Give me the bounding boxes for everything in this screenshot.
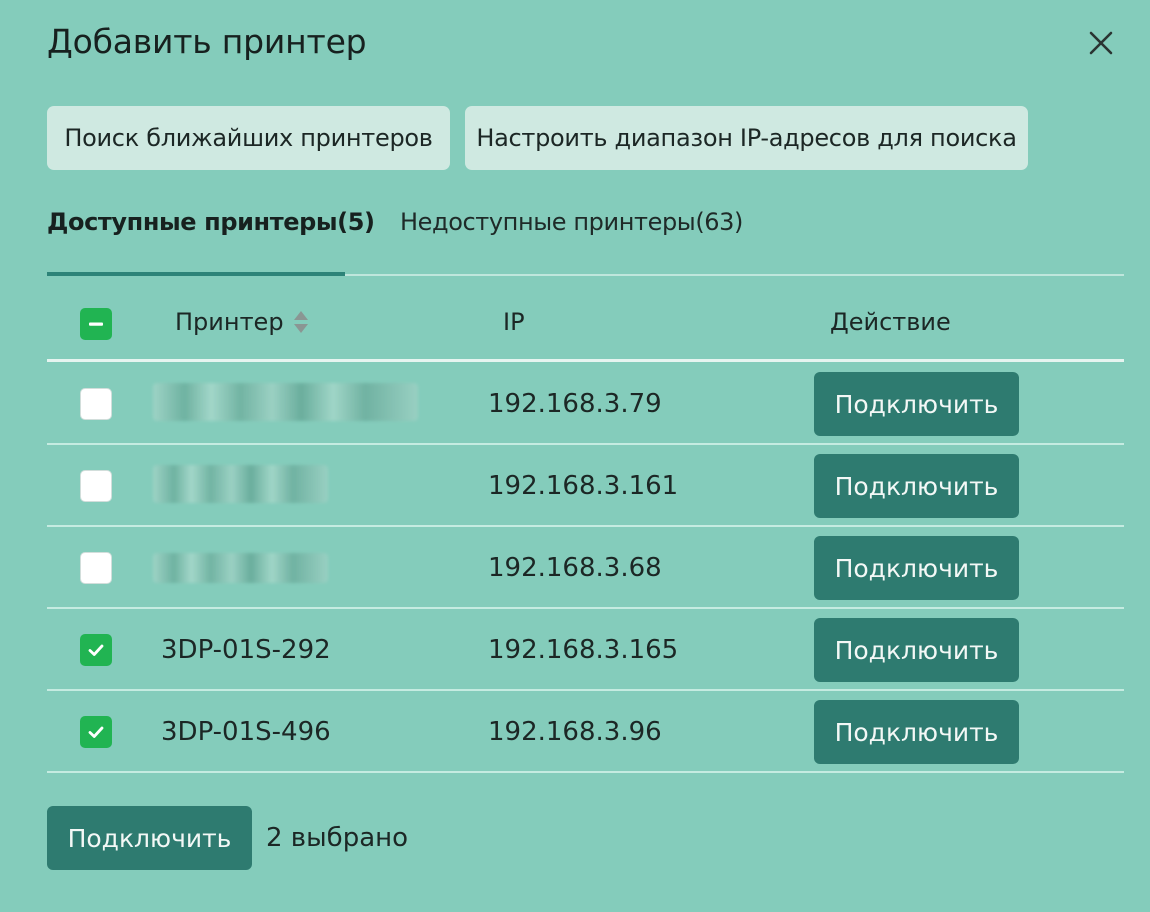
connect-selected-button[interactable]: Подключить xyxy=(47,806,252,870)
tab-available-printers[interactable]: Доступные принтеры(5) xyxy=(47,208,375,236)
connect-button[interactable]: Подключить xyxy=(814,372,1019,436)
row-divider xyxy=(47,771,1124,773)
obscured-printer-name xyxy=(153,465,328,503)
row-checkbox[interactable] xyxy=(80,552,112,584)
configure-ip-range-button[interactable]: Настроить диапазон IP-адресов для поиска xyxy=(465,106,1028,170)
row-divider xyxy=(47,689,1124,691)
printer-name: 3DP-01S-292 xyxy=(161,635,331,665)
connect-button[interactable]: Подключить xyxy=(814,454,1019,518)
row-checkbox[interactable] xyxy=(80,634,112,666)
sort-icon xyxy=(293,311,308,333)
check-icon xyxy=(88,644,104,656)
column-header-printer-label: Принтер xyxy=(175,308,284,336)
printer-ip: 192.168.3.165 xyxy=(488,635,679,665)
row-divider xyxy=(47,525,1124,527)
row-divider xyxy=(47,607,1124,609)
dialog-title: Добавить принтер xyxy=(47,22,367,61)
close-button[interactable] xyxy=(1080,22,1122,64)
obscured-printer-name xyxy=(153,553,328,583)
column-header-ip: IP xyxy=(503,308,525,336)
add-printer-dialog: Добавить принтер Поиск ближайших принтер… xyxy=(0,0,1150,912)
selected-count: 2 выбрано xyxy=(266,823,409,853)
column-header-action: Действие xyxy=(830,308,951,336)
connect-button[interactable]: Подключить xyxy=(814,618,1019,682)
printer-ip: 192.168.3.68 xyxy=(488,553,662,583)
close-icon xyxy=(1089,31,1113,55)
row-checkbox[interactable] xyxy=(80,470,112,502)
active-tab-indicator xyxy=(47,272,345,276)
printer-ip: 192.168.3.79 xyxy=(488,389,662,419)
printer-ip: 192.168.3.161 xyxy=(488,471,679,501)
printer-ip: 192.168.3.96 xyxy=(488,717,662,747)
search-nearby-printers-button[interactable]: Поиск ближайших принтеров xyxy=(47,106,450,170)
column-header-printer[interactable]: Принтер xyxy=(175,308,310,336)
row-checkbox[interactable] xyxy=(80,716,112,748)
row-divider xyxy=(47,443,1124,445)
tab-unavailable-printers[interactable]: Недоступные принтеры(63) xyxy=(400,208,743,236)
table-header-divider xyxy=(47,359,1124,362)
connect-button[interactable]: Подключить xyxy=(814,700,1019,764)
connect-button[interactable]: Подключить xyxy=(814,536,1019,600)
minus-icon xyxy=(89,322,103,326)
check-icon xyxy=(88,726,104,738)
row-checkbox[interactable] xyxy=(80,388,112,420)
select-all-checkbox[interactable] xyxy=(80,308,112,340)
obscured-printer-name xyxy=(153,383,418,421)
printer-name: 3DP-01S-496 xyxy=(161,717,331,747)
